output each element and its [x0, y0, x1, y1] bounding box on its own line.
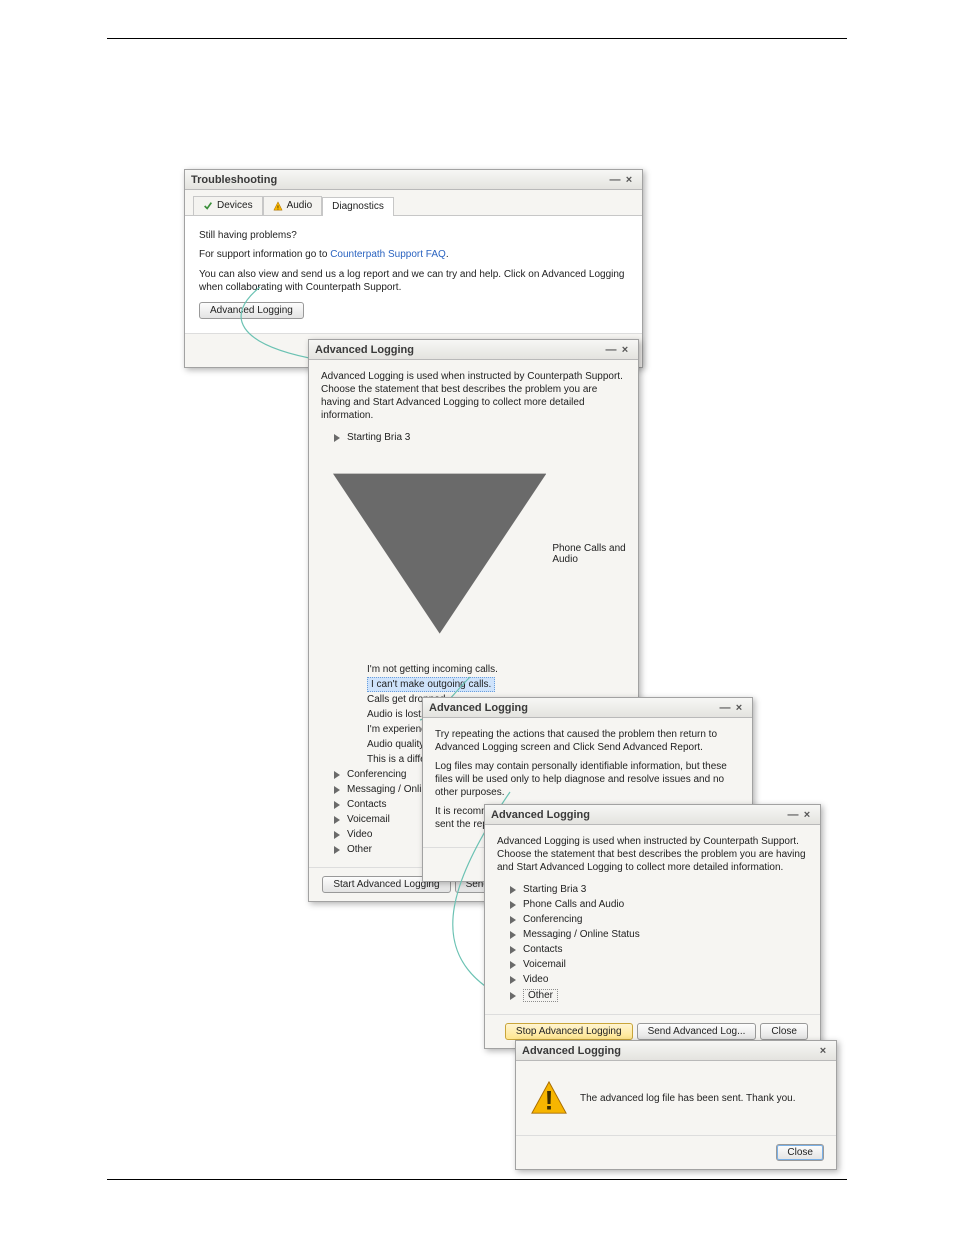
minimize-icon[interactable]: — [604, 344, 618, 356]
titlebar: Advanced Logging — × [485, 805, 820, 825]
tree-contacts[interactable]: Contacts [509, 942, 808, 957]
advanced-logging-sent-window: Advanced Logging × ! The advanced log fi… [515, 1040, 837, 1170]
check-icon [203, 201, 213, 211]
titlebar: Advanced Logging — × [309, 340, 638, 360]
intro-text: Advanced Logging is used when instructed… [321, 370, 626, 422]
chevron-right-icon [509, 886, 517, 894]
close-icon[interactable]: × [622, 174, 636, 186]
tree-messaging[interactable]: Messaging / Online Status [509, 927, 808, 942]
chevron-right-icon [509, 931, 517, 939]
svg-text:!: ! [545, 1085, 554, 1115]
chevron-right-icon [509, 992, 517, 1000]
minimize-icon[interactable]: — [786, 809, 800, 821]
tree-label-other: Other [523, 989, 558, 1002]
tab-audio-label: Audio [287, 200, 313, 211]
tree-label: Phone Calls and Audio [523, 899, 624, 910]
tree-starting-bria[interactable]: Starting Bria 3 [333, 430, 626, 445]
support-text-pre: For support information go to [199, 249, 330, 260]
tree-label: Starting Bria 3 [347, 432, 410, 443]
chevron-right-icon [333, 831, 341, 839]
chevron-right-icon [333, 846, 341, 854]
tree-label: Video [523, 974, 548, 985]
tree-phone-calls-audio[interactable]: Phone Calls and Audio [333, 445, 626, 662]
intro-text: Advanced Logging is used when instructed… [497, 835, 808, 874]
page-bottom-rule [107, 1179, 847, 1180]
send-advanced-log-button[interactable]: Send Advanced Log... [637, 1023, 757, 1040]
window-title: Advanced Logging [522, 1045, 621, 1057]
minimize-icon[interactable]: — [608, 174, 622, 186]
notice-line-1: Try repeating the actions that caused th… [435, 728, 740, 754]
tree-phone-calls-audio[interactable]: Phone Calls and Audio [509, 897, 808, 912]
tree-other[interactable]: Other [509, 987, 808, 1004]
tab-row: Devices ! Audio Diagnostics [185, 190, 642, 216]
tree-label: Phone Calls and Audio [552, 543, 626, 565]
titlebar: Advanced Logging × [516, 1041, 836, 1061]
sent-message: The advanced log file has been sent. Tha… [580, 1093, 796, 1104]
close-icon[interactable]: × [800, 809, 814, 821]
chevron-right-icon [333, 434, 341, 442]
chevron-right-icon [509, 946, 517, 954]
tree-voicemail[interactable]: Voicemail [509, 957, 808, 972]
tree-starting-bria[interactable]: Starting Bria 3 [509, 882, 808, 897]
close-button[interactable]: Close [760, 1023, 808, 1040]
svg-text:!: ! [277, 205, 279, 211]
tab-devices-label: Devices [217, 200, 253, 211]
warning-icon: ! [273, 201, 283, 211]
chevron-right-icon [333, 816, 341, 824]
tree-label: Conferencing [347, 769, 406, 780]
tab-devices[interactable]: Devices [193, 196, 263, 215]
window-title: Advanced Logging [429, 702, 528, 714]
page-top-rule [107, 38, 847, 39]
chevron-right-icon [509, 901, 517, 909]
chevron-right-icon [509, 976, 517, 984]
chevron-right-icon [333, 801, 341, 809]
close-icon[interactable]: × [732, 702, 746, 714]
support-faq-link[interactable]: Counterpath Support FAQ [330, 249, 446, 260]
tree-label: Voicemail [523, 959, 566, 970]
tab-diagnostics-label: Diagnostics [332, 201, 384, 212]
chevron-right-icon [333, 771, 341, 779]
tree-label: Conferencing [523, 914, 582, 925]
chevron-down-icon [333, 447, 546, 660]
chevron-right-icon [333, 786, 341, 794]
tab-diagnostics[interactable]: Diagnostics [322, 197, 394, 216]
support-text-post: . [446, 249, 449, 260]
window-title: Troubleshooting [191, 174, 277, 186]
close-button[interactable]: Close [776, 1144, 824, 1161]
chevron-right-icon [509, 916, 517, 924]
advanced-logging-stop-window: Advanced Logging — × Advanced Logging is… [484, 804, 821, 1049]
chevron-right-icon [509, 961, 517, 969]
tree-label: Contacts [523, 944, 562, 955]
tree-conferencing[interactable]: Conferencing [509, 912, 808, 927]
tree-label: Video [347, 829, 372, 840]
close-icon[interactable]: × [618, 344, 632, 356]
tree-label: Messaging / Online Status [523, 929, 640, 940]
titlebar: Troubleshooting — × [185, 170, 642, 190]
warning-icon: ! [530, 1079, 568, 1117]
tree-label: Starting Bria 3 [523, 884, 586, 895]
window-title: Advanced Logging [315, 344, 414, 356]
stop-advanced-logging-button[interactable]: Stop Advanced Logging [505, 1023, 633, 1040]
still-having-problems: Still having problems? [199, 230, 628, 241]
close-icon[interactable]: × [816, 1045, 830, 1057]
minimize-icon[interactable]: — [718, 702, 732, 714]
tree-label: Other [347, 844, 372, 855]
window-title: Advanced Logging [491, 809, 590, 821]
tree-video[interactable]: Video [509, 972, 808, 987]
tab-audio[interactable]: ! Audio [263, 196, 323, 215]
titlebar: Advanced Logging — × [423, 698, 752, 718]
